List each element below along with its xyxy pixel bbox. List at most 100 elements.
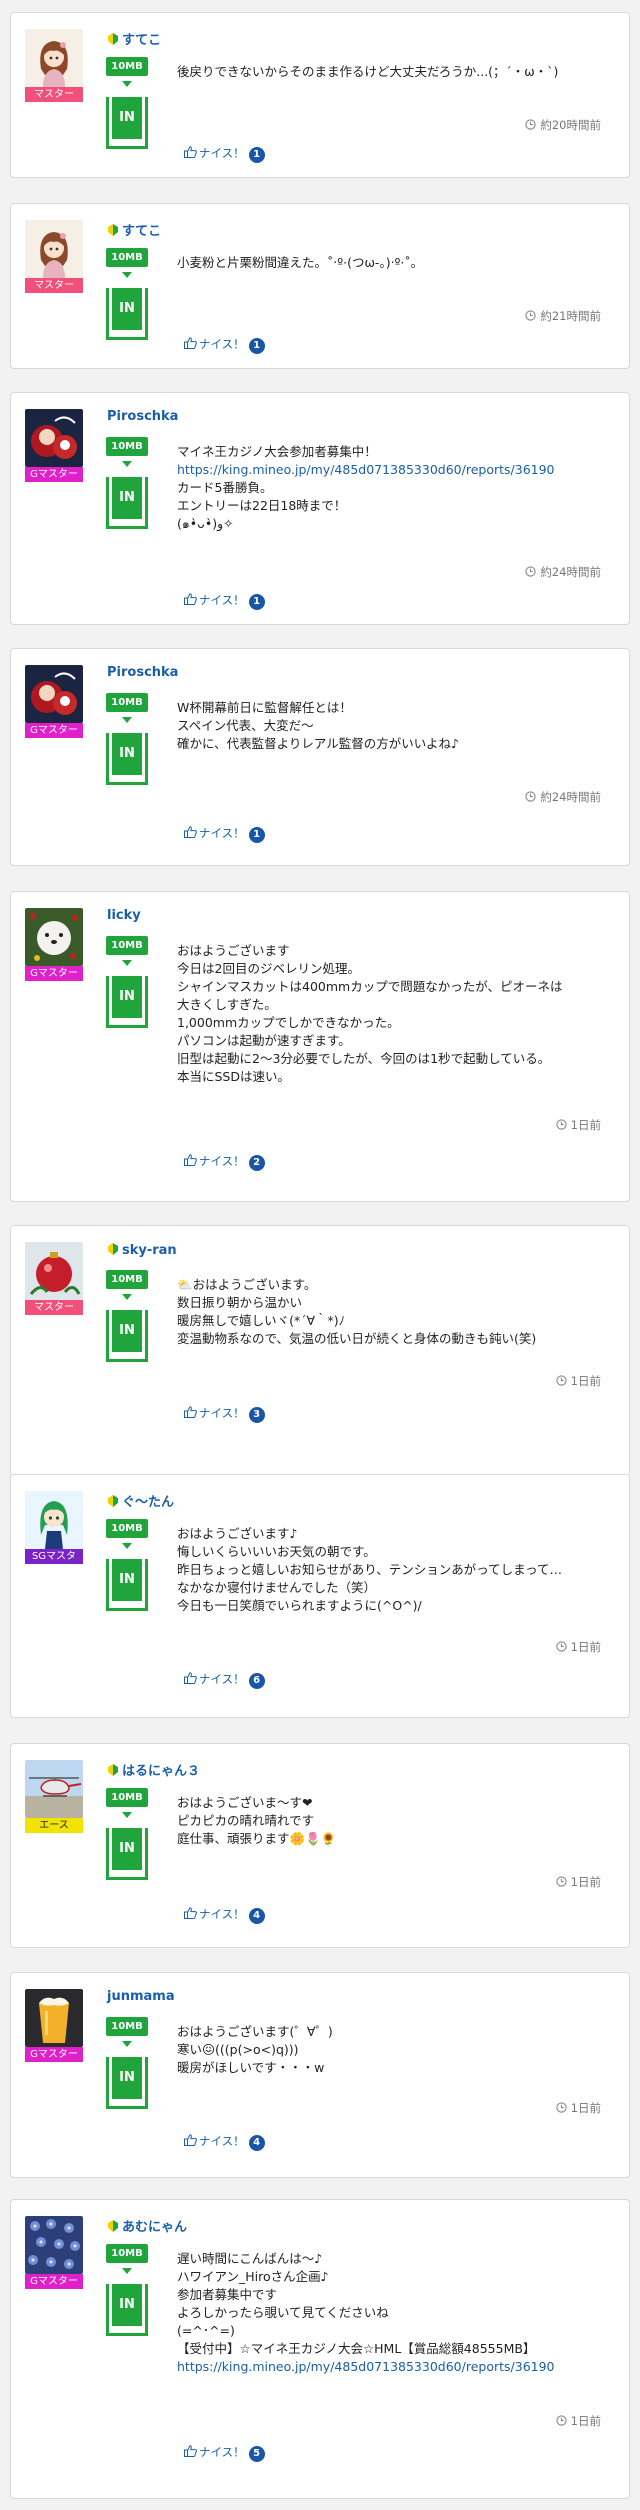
post-text-line: 【受付中】☆マイネ王カジノ大会☆HML【賞品総額48555MB】 xyxy=(177,2341,536,2356)
post-text-line: おはようございま〜す❤ xyxy=(177,1795,313,1810)
nice-count-badge: 6 xyxy=(248,1673,265,1689)
nice-button[interactable]: ナイス！ 1 xyxy=(184,145,265,163)
nice-count-badge: 4 xyxy=(248,2135,265,2151)
rank-badge: Gマスター xyxy=(25,2047,83,2062)
post-time: 1日前 xyxy=(556,2100,601,2116)
post-text-line: 大きくしすぎた。 xyxy=(177,997,277,1012)
clock-icon xyxy=(525,791,537,802)
post-text-line: 旧型は起動に2～3分必要でしたが、今回のは1秒で起動している。 xyxy=(177,1051,551,1066)
user-name-link[interactable]: あむにゃん xyxy=(107,2216,187,2235)
rank-badge: Gマスター xyxy=(25,467,83,482)
user-name-link[interactable]: sky-ran xyxy=(107,1242,177,1258)
nice-button[interactable]: ナイス！ 1 xyxy=(184,825,265,843)
post-time: 約20時間前 xyxy=(525,117,601,133)
nice-count-badge: 5 xyxy=(248,2446,265,2462)
in-gauge: IN xyxy=(106,2057,148,2109)
thumbs-up-icon xyxy=(184,2134,197,2146)
beginner-leaf-icon xyxy=(107,32,119,46)
post-card: マスター すてこ 10MB IN 後戻りできないからそのまま作るけど大丈夫だろう… xyxy=(10,12,630,178)
post-body: 後戻りできないからそのまま作るけど大丈夫だろうか...(；´・ω・`) xyxy=(177,63,617,81)
post-text-line: ピカピカの晴れ晴れです xyxy=(177,1813,315,1828)
blue-flowers-avatar[interactable] xyxy=(25,2216,83,2274)
helicopter-avatar[interactable] xyxy=(25,1760,83,1818)
in-gauge: IN xyxy=(106,1828,148,1880)
user-name-link[interactable]: すてこ xyxy=(107,29,161,48)
nice-button[interactable]: ナイス！ 4 xyxy=(184,2133,265,2151)
red-character-avatar[interactable] xyxy=(25,409,83,467)
beginner-leaf-icon xyxy=(107,1763,119,1777)
post-text-line: 悔しいくらいいいお天気の朝です。 xyxy=(177,1544,376,1559)
nice-count-badge: 1 xyxy=(248,594,265,610)
nice-button[interactable]: ナイス！ 1 xyxy=(184,336,265,354)
nice-label: ナイス！ xyxy=(199,2134,245,2148)
user-name-text: はるにゃん３ xyxy=(122,1764,201,1779)
post-text-line: 遅い時間にこんばんは〜♪ xyxy=(177,2251,323,2266)
post-body: 遅い時間にこんばんは〜♪ ハワイアン_Hiroさん企画♪ 参加者募集中です よろしかっ… xyxy=(177,2250,617,2376)
in-gauge: IN xyxy=(106,1559,148,1611)
user-name-link[interactable]: ぐ〜たん xyxy=(107,1491,174,1510)
user-name-link[interactable]: junmama xyxy=(107,1989,175,2004)
in-gauge: IN xyxy=(106,1310,148,1362)
nice-label: ナイス！ xyxy=(199,1406,245,1420)
user-name-text: licky xyxy=(107,908,141,923)
clock-icon xyxy=(525,566,537,577)
post-body: おはようございます♪ 悔しいくらいいいお天気の朝です。 昨日ちょっと嬉しいお知らせが… xyxy=(177,1525,617,1615)
post-text-line: よろしかったら覗いて見てくださいね xyxy=(177,2305,389,2320)
nice-count-badge: 3 xyxy=(248,1407,265,1423)
user-name-text: Piroschka xyxy=(107,665,179,680)
mb-gift-label: 10MB xyxy=(106,2244,148,2263)
in-gauge: IN xyxy=(106,477,148,529)
girl-illustration-avatar[interactable] xyxy=(25,29,83,87)
nice-label: ナイス！ xyxy=(199,1154,245,1168)
thumbs-up-icon xyxy=(184,1406,197,1418)
girl-illustration-avatar[interactable] xyxy=(25,220,83,278)
post-body: おはようございます(゜∀゜) 寒い😖(((p(>o<)q))) 暖房がほしいです・・… xyxy=(177,2023,617,2077)
red-character-avatar[interactable] xyxy=(25,665,83,723)
post-body: ⛅おはようございます。 数日振り朝から温かい 暖房無しで嬉しいヾ(*´∀｀*)ﾉ 変温… xyxy=(177,1276,617,1348)
nice-label: ナイス！ xyxy=(199,593,245,607)
post-text-line: シャインマスカットは400mmカップで問題なかったが、ピオーネは xyxy=(177,979,563,994)
beer-glass-avatar[interactable] xyxy=(25,1989,83,2047)
post-card: マスター すてこ 10MB IN 小麦粉と片栗粉間違えた。˚‧º·(つω-｡)‧… xyxy=(10,203,630,369)
report-link[interactable]: https://king.mineo.jp/my/485d071385330d6… xyxy=(177,2358,617,2376)
mb-gift-label: 10MB xyxy=(106,1270,148,1289)
user-name-link[interactable]: Piroschka xyxy=(107,409,178,424)
down-arrow-icon xyxy=(122,2268,132,2274)
post-time-text: 1日前 xyxy=(570,2414,601,2428)
user-name-link[interactable]: すてこ xyxy=(107,220,161,239)
post-text-line: なかなか寝付けませんでした（笑） xyxy=(177,1580,377,1595)
user-name-link[interactable]: はるにゃん３ xyxy=(107,1760,200,1779)
green-hair-girl-avatar[interactable] xyxy=(25,1491,83,1549)
down-arrow-icon xyxy=(122,2041,132,2047)
nice-button[interactable]: ナイス！ 6 xyxy=(184,1671,265,1689)
nice-button[interactable]: ナイス！ 5 xyxy=(184,2444,265,2462)
post-text-line: おはようございます♪ xyxy=(177,1526,298,1541)
rank-badge: Gマスター xyxy=(25,723,83,738)
down-arrow-icon xyxy=(122,1294,132,1300)
white-dog-avatar[interactable] xyxy=(25,908,83,966)
mb-gift-label: 10MB xyxy=(106,57,148,76)
post-card: マスター sky-ran 10MB IN ⛅おはようございます。 数日振り朝から温… xyxy=(10,1225,630,1476)
rank-badge: マスター xyxy=(25,278,83,293)
user-name-text: junmama xyxy=(107,1989,175,2004)
mb-gift-label: 10MB xyxy=(106,1788,148,1807)
post-time: 約24時間前 xyxy=(525,564,601,580)
in-label: IN xyxy=(112,288,142,330)
user-name-link[interactable]: licky xyxy=(107,908,141,923)
nice-button[interactable]: ナイス！ 4 xyxy=(184,1906,265,1924)
report-link[interactable]: https://king.mineo.jp/my/485d071385330d6… xyxy=(177,461,617,479)
nice-button[interactable]: ナイス！ 3 xyxy=(184,1405,265,1423)
post-time-text: 約24時間前 xyxy=(540,565,601,579)
in-gauge: IN xyxy=(106,733,148,785)
nice-button[interactable]: ナイス！ 2 xyxy=(184,1153,265,1171)
post-time: 1日前 xyxy=(556,1874,601,1890)
nice-count-badge: 4 xyxy=(248,1908,265,1924)
christmas-ornament-avatar[interactable] xyxy=(25,1242,83,1300)
rank-badge: SGマスタ xyxy=(25,1549,83,1564)
nice-count-badge: 2 xyxy=(248,1155,265,1171)
nice-label: ナイス！ xyxy=(199,1907,245,1921)
post-body: 小麦粉と片栗粉間違えた。˚‧º·(つω-｡)‧º·˚。 xyxy=(177,254,617,272)
post-text-line: W杯開幕前日に監督解任とは！ xyxy=(177,700,352,715)
nice-button[interactable]: ナイス！ 1 xyxy=(184,592,265,610)
user-name-link[interactable]: Piroschka xyxy=(107,665,178,680)
